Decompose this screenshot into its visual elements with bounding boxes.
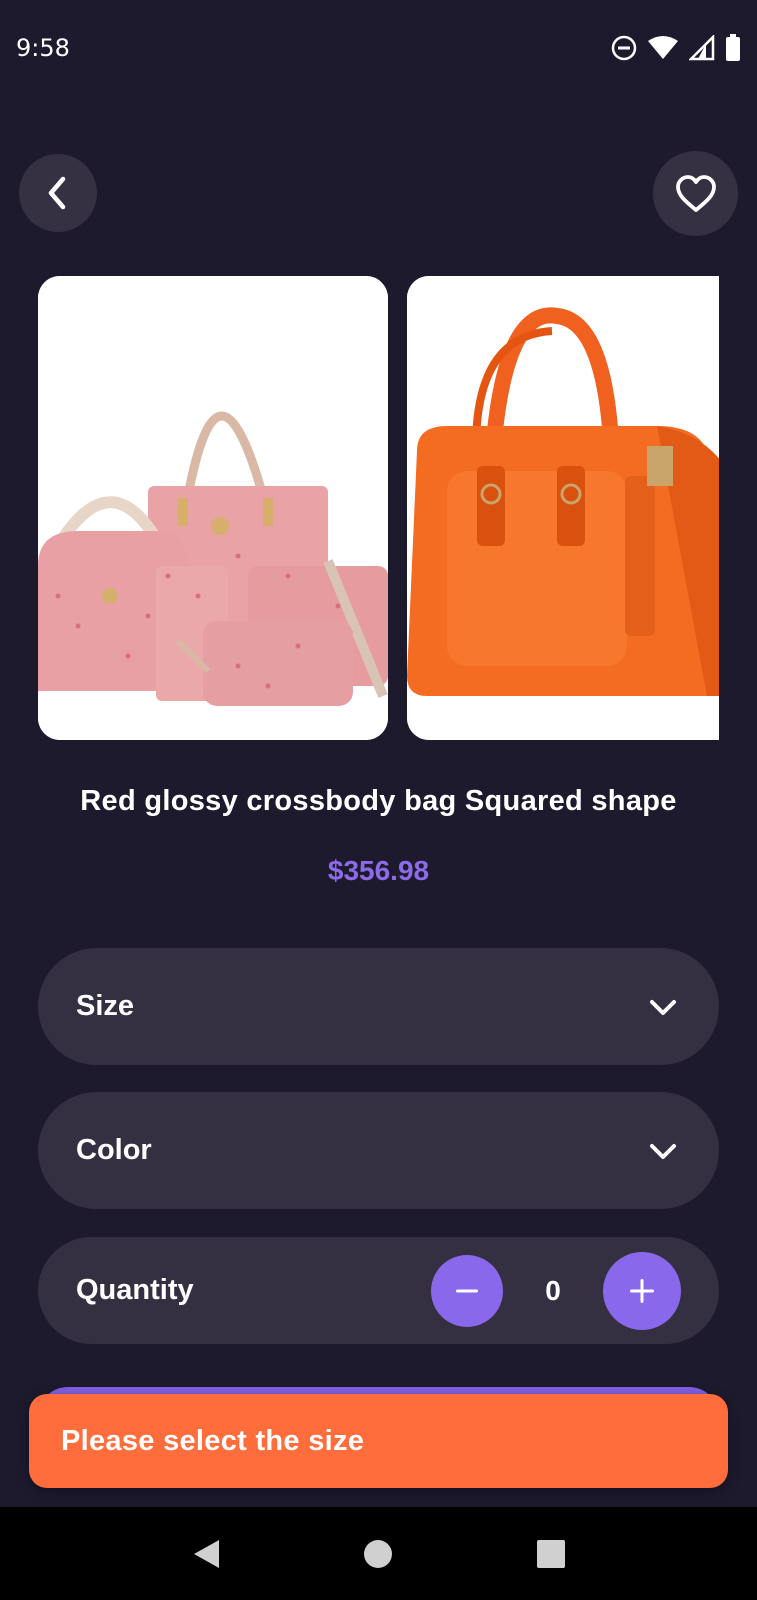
chevron-left-icon: [48, 176, 66, 210]
chevron-down-icon: [650, 1143, 676, 1159]
status-bar: 9:58: [0, 0, 757, 96]
back-button[interactable]: [19, 154, 97, 232]
do-not-disturb-icon: [611, 35, 637, 61]
increase-quantity-button[interactable]: [603, 1251, 681, 1330]
quantity-value: 0: [545, 1274, 561, 1306]
plus-icon: [630, 1278, 654, 1303]
quantity-controls: 0: [431, 1251, 681, 1330]
pink-handbag-set-image: [38, 276, 388, 740]
minus-icon: [456, 1289, 478, 1292]
favorite-button[interactable]: [653, 151, 738, 236]
quantity-label: Quantity: [76, 1274, 194, 1306]
orange-handbag-image: [407, 276, 719, 740]
system-navigation-bar: [0, 1507, 757, 1600]
snackbar-message: Please select the size: [61, 1424, 365, 1457]
chevron-down-icon: [650, 999, 676, 1015]
nav-home-icon[interactable]: [363, 1539, 393, 1569]
heart-outline-icon: [675, 174, 716, 212]
nav-back-icon[interactable]: [191, 1538, 221, 1570]
battery-icon: [726, 34, 740, 61]
cellular-signal-icon: [689, 35, 715, 61]
product-image-gallery[interactable]: [38, 276, 719, 740]
error-snackbar: Please select the size: [29, 1394, 728, 1488]
gallery-image-card[interactable]: [38, 276, 388, 740]
product-price: $356.98: [327, 855, 430, 886]
color-label: Color: [76, 1134, 152, 1166]
decrease-quantity-button[interactable]: [431, 1254, 503, 1327]
quantity-stepper: Quantity 0: [38, 1237, 719, 1344]
size-label: Size: [76, 990, 135, 1022]
product-title: Red glossy crossbody bag Squared shape: [80, 785, 677, 817]
gallery-image-card[interactable]: [407, 276, 719, 740]
color-selector[interactable]: Color: [38, 1092, 719, 1209]
status-time: 9:58: [16, 34, 70, 62]
size-selector[interactable]: Size: [38, 948, 719, 1065]
nav-recents-icon[interactable]: [536, 1539, 566, 1569]
wifi-icon: [648, 36, 678, 59]
status-icons: [611, 34, 741, 62]
